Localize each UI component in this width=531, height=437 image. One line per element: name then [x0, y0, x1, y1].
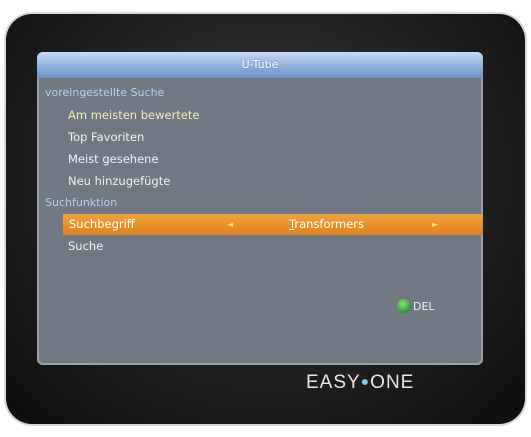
arrow-left-icon[interactable]: ◄: [227, 214, 233, 235]
menu-list: voreingestellte Suche Am meisten bewerte…: [37, 82, 483, 257]
section-header-search-function: Suchfunktion: [45, 196, 118, 209]
menu-item-newly-added[interactable]: Neu hinzugefügte: [37, 170, 483, 192]
section-header-preset-search: voreingestellte Suche: [45, 86, 165, 99]
menu-window: U-Tube voreingestellte Suche Am meisten …: [37, 52, 483, 365]
arrow-right-icon[interactable]: ►: [432, 214, 438, 235]
del-label: DEL: [413, 299, 435, 313]
brand-logo: EASY●ONE: [306, 372, 414, 394]
search-button[interactable]: Suche: [37, 235, 483, 257]
search-term-row[interactable]: Suchbegriff ◄ Transformers ►: [63, 214, 483, 235]
search-term-value[interactable]: Transformers: [289, 214, 364, 235]
brand-right: ONE: [370, 372, 415, 393]
menu-item-most-viewed[interactable]: Meist gesehene: [37, 148, 483, 170]
window-title: U-Tube: [37, 52, 483, 78]
menu-item-top-favorites[interactable]: Top Favoriten: [37, 126, 483, 148]
green-button-icon: [397, 299, 411, 313]
menu-item-most-rated[interactable]: Am meisten bewertete: [37, 104, 483, 126]
del-hint[interactable]: DEL: [397, 298, 435, 314]
brand-left: EASY: [306, 372, 361, 393]
brand-dot-icon: ●: [360, 373, 371, 389]
search-term-value-rest: ransformers: [294, 217, 365, 231]
search-term-label: Suchbegriff: [69, 217, 135, 231]
